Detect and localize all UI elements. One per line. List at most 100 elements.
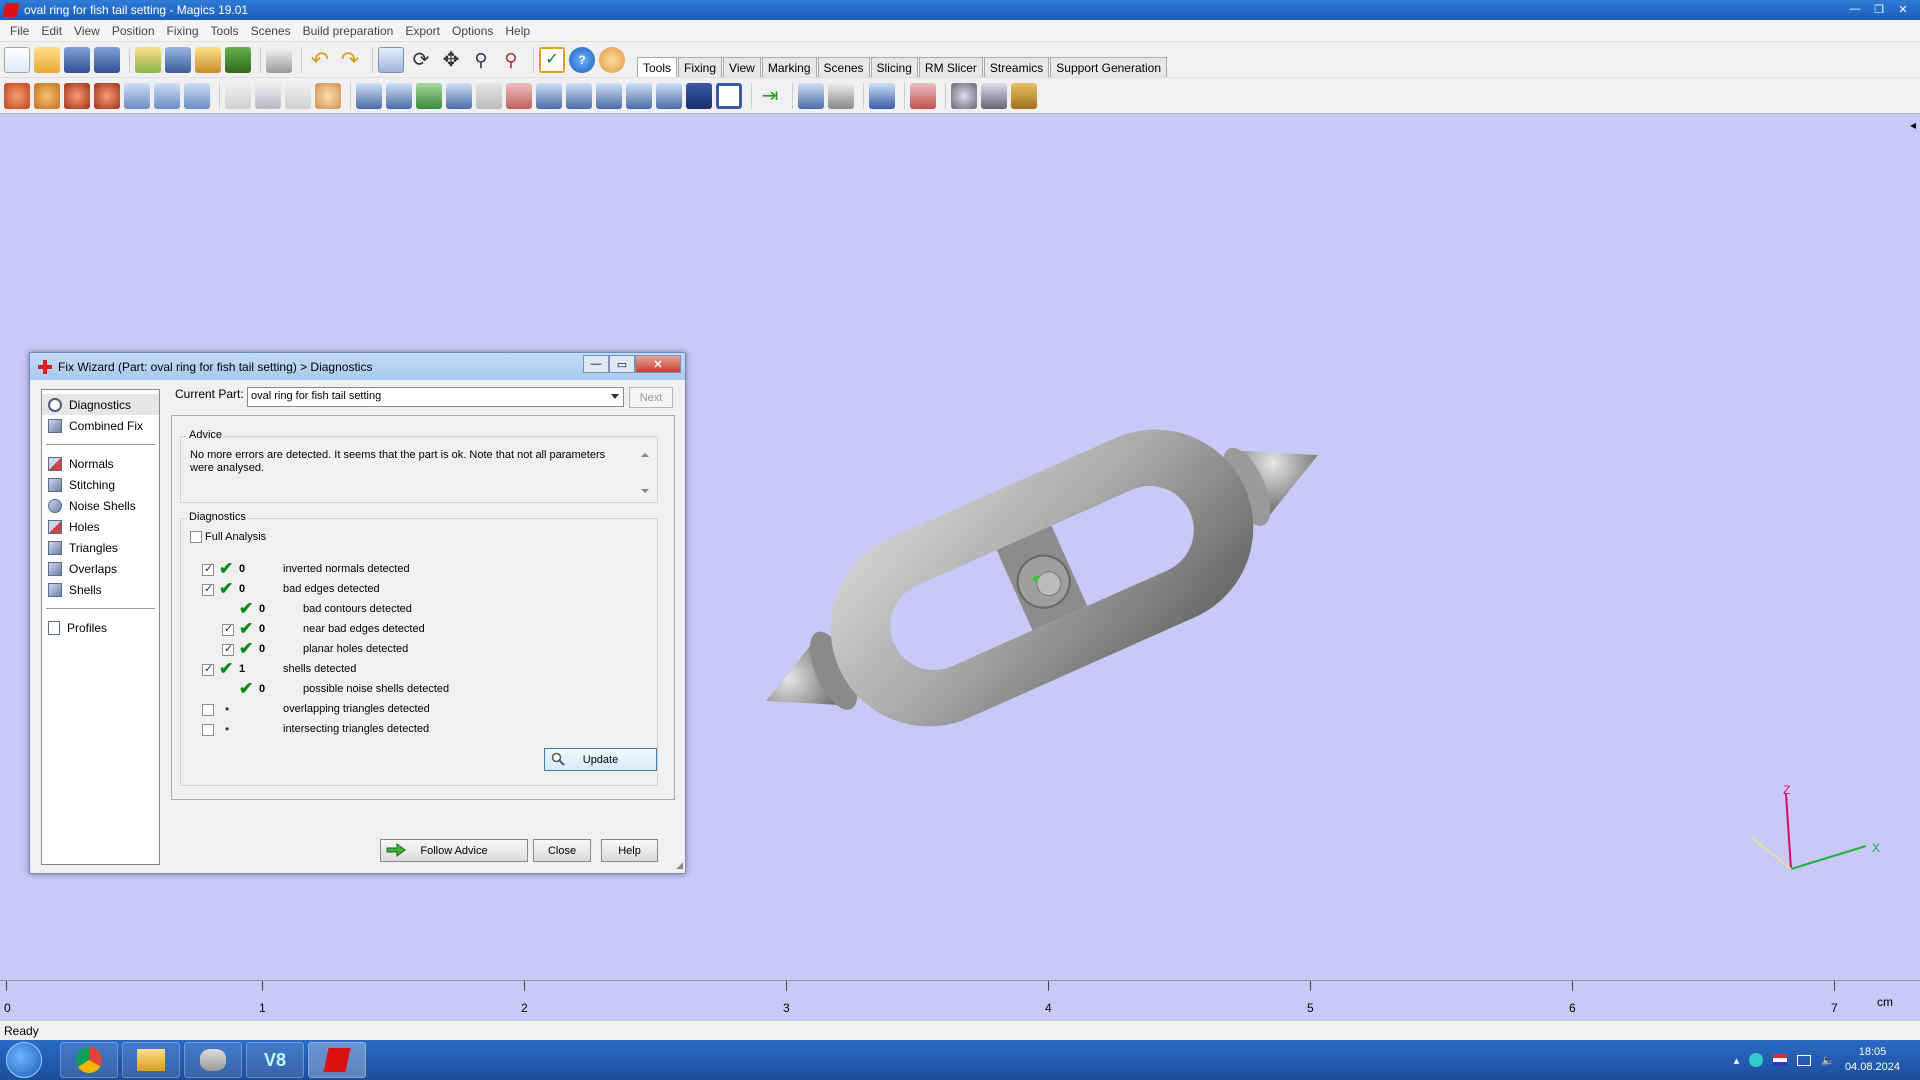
nav-item-normals[interactable]: Normals bbox=[42, 453, 159, 474]
tab-marking[interactable]: Marking bbox=[761, 57, 817, 77]
part-info-icon[interactable] bbox=[798, 82, 824, 109]
assistant-icon[interactable] bbox=[599, 46, 625, 73]
extrude-icon[interactable] bbox=[476, 82, 502, 109]
clock[interactable]: 18:05 04.08.2024 bbox=[1845, 1045, 1900, 1075]
frame-icon[interactable] bbox=[716, 82, 742, 109]
help-icon[interactable]: ? bbox=[569, 46, 595, 73]
close-window-button[interactable]: ✕ bbox=[1892, 1, 1914, 17]
boolean-icon[interactable] bbox=[386, 82, 412, 109]
box-icon[interactable] bbox=[536, 82, 562, 109]
diag-checkbox[interactable] bbox=[222, 642, 234, 656]
help-button[interactable]: Help bbox=[601, 839, 658, 862]
full-analysis-option[interactable]: Full Analysis bbox=[190, 531, 266, 543]
resize-grip-icon[interactable]: ◢ bbox=[676, 860, 683, 871]
tab-view[interactable]: View bbox=[723, 57, 761, 77]
start-button[interactable] bbox=[6, 1042, 42, 1078]
tab-tools[interactable]: Tools bbox=[637, 57, 678, 77]
tray-expand-icon[interactable]: ▴ bbox=[1734, 1054, 1740, 1067]
zoom-icon[interactable]: ⚲ bbox=[468, 47, 494, 73]
save-icon[interactable] bbox=[64, 46, 90, 73]
nav-item-combined-fix[interactable]: Combined Fix bbox=[42, 415, 159, 436]
offset-icon[interactable] bbox=[446, 82, 472, 109]
diag-checkbox[interactable] bbox=[202, 662, 214, 676]
menu-file[interactable]: File bbox=[4, 24, 35, 38]
rotate-interactive-icon[interactable] bbox=[94, 82, 120, 109]
nav-item-stitching[interactable]: Stitching bbox=[42, 474, 159, 495]
settings-gear-icon[interactable] bbox=[951, 82, 977, 109]
unload-part-icon[interactable] bbox=[225, 46, 251, 73]
diag-checkbox[interactable] bbox=[202, 562, 214, 576]
menu-tools[interactable]: Tools bbox=[205, 24, 245, 38]
full-analysis-checkbox[interactable] bbox=[190, 531, 202, 543]
scroll-down-icon[interactable] bbox=[641, 489, 649, 493]
tab-support-generation[interactable]: Support Generation bbox=[1050, 57, 1168, 77]
paste-icon[interactable] bbox=[285, 82, 311, 109]
dialog-maximize-button[interactable]: ▭ bbox=[609, 355, 635, 373]
menu-position[interactable]: Position bbox=[106, 24, 161, 38]
label-icon[interactable] bbox=[910, 82, 936, 109]
tab-rm-slicer[interactable]: RM Slicer bbox=[918, 57, 983, 77]
copy-icon[interactable] bbox=[255, 82, 281, 109]
tab-streamics[interactable]: Streamics bbox=[983, 57, 1050, 77]
diag-checkbox[interactable] bbox=[202, 582, 214, 596]
mirror-part-icon[interactable] bbox=[154, 82, 180, 109]
menu-scenes[interactable]: Scenes bbox=[245, 24, 297, 38]
dialog-close-button[interactable]: ✕ bbox=[635, 355, 681, 373]
paint-taskbar-icon[interactable] bbox=[184, 1042, 242, 1078]
nav-item-diagnostics[interactable]: Diagnostics bbox=[42, 394, 159, 415]
load-scene-icon[interactable] bbox=[195, 46, 221, 73]
language-flag-icon[interactable] bbox=[1773, 1054, 1788, 1066]
solid-icon[interactable] bbox=[686, 82, 712, 109]
current-part-dropdown[interactable]: oval ring for fish tail setting bbox=[247, 387, 624, 407]
triangle-reduce-icon[interactable] bbox=[596, 82, 622, 109]
next-button[interactable]: Next bbox=[629, 387, 673, 408]
new-file-icon[interactable] bbox=[4, 46, 30, 73]
import-part-icon[interactable] bbox=[135, 46, 161, 73]
select-icon[interactable] bbox=[378, 46, 404, 73]
nav-item-holes[interactable]: Holes bbox=[42, 516, 159, 537]
menu-edit[interactable]: Edit bbox=[35, 24, 68, 38]
menu-export[interactable]: Export bbox=[399, 24, 446, 38]
network-globe-icon[interactable] bbox=[1749, 1053, 1764, 1067]
save-as-icon[interactable] bbox=[94, 46, 120, 73]
tab-fixing[interactable]: Fixing bbox=[678, 57, 723, 77]
align-icon[interactable]: ⇥ bbox=[757, 83, 783, 109]
rotate-part-icon[interactable] bbox=[64, 82, 90, 109]
smooth-icon[interactable] bbox=[626, 82, 652, 109]
scale-part-icon[interactable] bbox=[124, 82, 150, 109]
surface-icon[interactable] bbox=[656, 82, 682, 109]
pan-view-icon[interactable]: ✥ bbox=[438, 47, 464, 73]
package-icon[interactable] bbox=[1011, 82, 1037, 109]
print-icon[interactable] bbox=[266, 46, 292, 73]
rotate-view-icon[interactable]: ⟳ bbox=[408, 47, 434, 73]
undo-icon[interactable]: ↶ bbox=[307, 47, 333, 73]
menu-help[interactable]: Help bbox=[499, 24, 536, 38]
hand-icon[interactable] bbox=[315, 82, 341, 109]
hollow-icon[interactable] bbox=[416, 82, 442, 109]
translate-part-icon[interactable] bbox=[4, 82, 30, 109]
follow-advice-button[interactable]: Follow Advice bbox=[380, 839, 528, 862]
monitor-icon[interactable] bbox=[1797, 1054, 1812, 1066]
dialog-minimize-button[interactable]: — bbox=[583, 355, 609, 373]
zoom-fit-icon[interactable]: ⚲ bbox=[498, 47, 524, 73]
menu-options[interactable]: Options bbox=[446, 24, 499, 38]
nav-item-noise-shells[interactable]: Noise Shells bbox=[42, 495, 159, 516]
nav-item-shells[interactable]: Shells bbox=[42, 579, 159, 600]
minimize-button[interactable]: — bbox=[1844, 1, 1866, 17]
cut-icon[interactable] bbox=[225, 82, 251, 109]
move-part-icon[interactable] bbox=[34, 82, 60, 109]
scroll-up-icon[interactable] bbox=[641, 453, 649, 457]
update-button[interactable]: Update bbox=[544, 748, 657, 771]
dialog-title-bar[interactable]: Fix Wizard (Part: oval ring for fish tai… bbox=[30, 353, 685, 380]
diag-checkbox[interactable] bbox=[202, 724, 214, 736]
menu-view[interactable]: View bbox=[68, 24, 106, 38]
nav-item-profiles[interactable]: Profiles bbox=[42, 617, 159, 638]
shell-icon[interactable] bbox=[566, 82, 592, 109]
nav-item-triangles[interactable]: Triangles bbox=[42, 537, 159, 558]
v8-taskbar-icon[interactable]: V8 bbox=[246, 1042, 304, 1078]
nav-item-overlaps[interactable]: Overlaps bbox=[42, 558, 159, 579]
viewport-corner-arrow-icon[interactable]: ◂ bbox=[1910, 118, 1916, 132]
menu-fixing[interactable]: Fixing bbox=[161, 24, 205, 38]
nesting-icon[interactable] bbox=[869, 82, 895, 109]
diag-checkbox[interactable] bbox=[222, 622, 234, 636]
